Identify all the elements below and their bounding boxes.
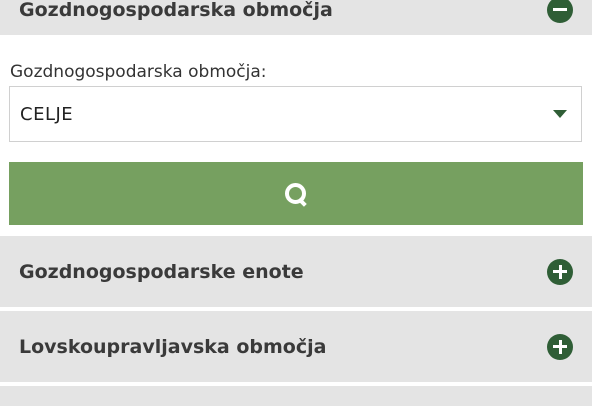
minus-circle-icon[interactable] bbox=[547, 0, 573, 23]
search-icon bbox=[283, 181, 309, 207]
accordion-title: Gozdnogospodarske enote bbox=[19, 260, 304, 283]
accordion-header-gozdnogospodarske-enote[interactable]: Gozdnogospodarske enote bbox=[0, 236, 592, 307]
accordion-header-gozdnogospodarska-obmocja[interactable]: Gozdnogospodarska območja bbox=[0, 0, 592, 35]
accordion-title: Gozdnogospodarska območja bbox=[19, 0, 333, 21]
accordion-header-next[interactable] bbox=[0, 386, 592, 406]
select-value: CELJE bbox=[20, 103, 74, 125]
field-label: Gozdnogospodarska območja: bbox=[10, 62, 267, 82]
search-button[interactable] bbox=[9, 162, 583, 225]
accordion-header-lovskoupravljavska-obmocja[interactable]: Lovskoupravljavska območja bbox=[0, 311, 592, 382]
chevron-down-icon bbox=[553, 110, 567, 118]
accordion-title: Lovskoupravljavska območja bbox=[19, 335, 327, 358]
plus-circle-icon[interactable] bbox=[547, 258, 573, 285]
area-select[interactable]: CELJE bbox=[9, 86, 582, 142]
plus-circle-icon[interactable] bbox=[547, 333, 573, 360]
